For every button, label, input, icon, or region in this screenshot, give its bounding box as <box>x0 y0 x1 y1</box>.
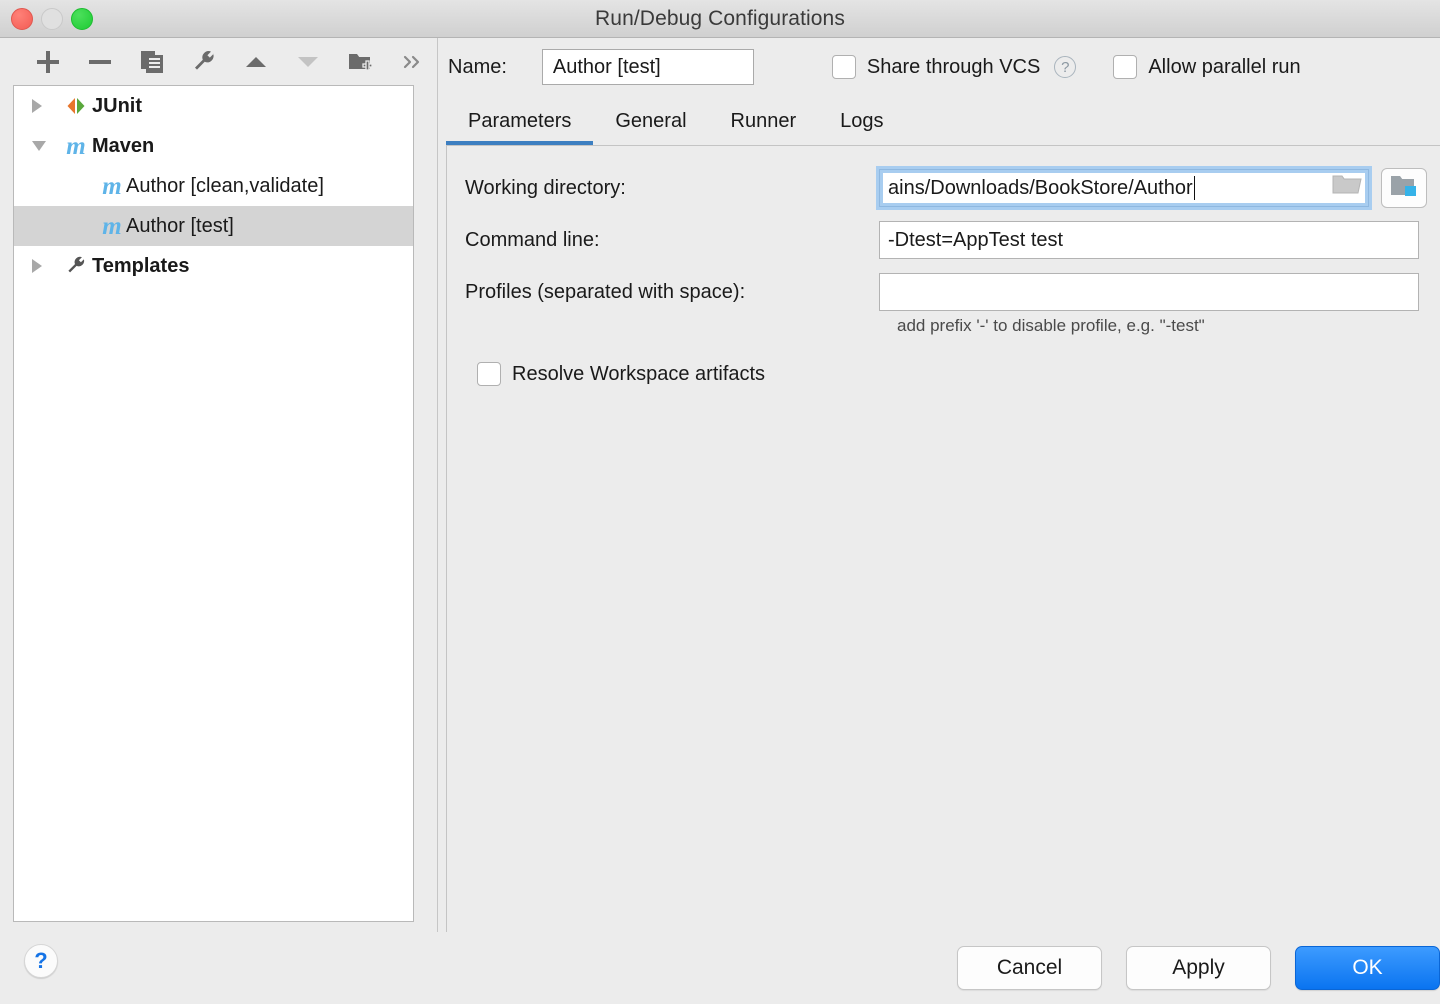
profiles-input[interactable] <box>879 273 1419 311</box>
tree-item-label: Templates <box>92 255 189 278</box>
allow-parallel-run-row[interactable]: Allow parallel run <box>1113 55 1300 79</box>
tab-label: Logs <box>840 110 883 133</box>
maven-icon: m <box>60 134 92 159</box>
editor-tabs: Parameters General Runner Logs <box>438 96 1440 145</box>
allow-parallel-run-checkbox[interactable] <box>1113 55 1137 79</box>
share-through-vcs-row[interactable]: Share through VCS ? <box>832 55 1076 79</box>
run-debug-configurations-dialog: Run/Debug Configurations <box>0 0 1440 1004</box>
command-line-input[interactable]: -Dtest=AppTest test <box>879 221 1419 259</box>
working-directory-label: Working directory: <box>447 177 879 200</box>
remove-configuration-button[interactable] <box>74 42 126 82</box>
tree-item-junit[interactable]: JUnit <box>14 86 413 126</box>
tab-general[interactable]: General <box>593 98 708 145</box>
ok-button[interactable]: OK <box>1295 946 1440 990</box>
module-folder-icon <box>1390 174 1418 203</box>
tree-item-label: Author [clean,validate] <box>126 175 324 198</box>
tree-item-author-clean-validate[interactable]: m Author [clean,validate] <box>14 166 413 206</box>
command-line-label: Command line: <box>447 229 879 252</box>
dialog-footer: ? Cancel Apply OK <box>0 932 1440 1004</box>
parameters-form: Working directory: ains/Downloads/BookSt… <box>447 146 1440 386</box>
profiles-label: Profiles (separated with space): <box>447 281 879 304</box>
window-title: Run/Debug Configurations <box>595 7 845 31</box>
name-input[interactable] <box>542 49 754 85</box>
expand-arrow-collapsed-icon[interactable] <box>32 99 60 113</box>
expand-arrow-collapsed-icon[interactable] <box>32 259 60 273</box>
expand-arrow-expanded-icon[interactable] <box>32 141 60 151</box>
tab-logs[interactable]: Logs <box>818 98 905 145</box>
tab-runner[interactable]: Runner <box>709 98 819 145</box>
tree-item-label: JUnit <box>92 95 142 118</box>
maven-icon: m <box>96 214 128 239</box>
resolve-workspace-artifacts-label: Resolve Workspace artifacts <box>512 363 765 386</box>
command-line-value: -Dtest=AppTest test <box>888 229 1063 252</box>
arrow-up-icon <box>243 49 269 75</box>
window-controls <box>11 0 93 37</box>
tab-label: General <box>615 110 686 133</box>
arrow-down-icon <box>295 49 321 75</box>
configurations-tree[interactable]: JUnit m Maven m Author [clean,validate] … <box>13 85 414 922</box>
copy-icon <box>139 49 165 75</box>
resolve-workspace-artifacts-checkbox[interactable] <box>477 362 501 386</box>
configuration-editor-panel: Name: Share through VCS ? Allow parallel… <box>438 38 1440 932</box>
maven-icon: m <box>96 174 128 199</box>
tree-item-label: Author [test] <box>126 215 234 238</box>
wrench-icon <box>191 49 217 75</box>
zoom-window-button[interactable] <box>71 8 93 30</box>
text-caret <box>1194 176 1195 200</box>
share-through-vcs-label: Share through VCS <box>867 56 1040 79</box>
wrench-icon <box>60 255 92 277</box>
tree-item-label: Maven <box>92 135 154 158</box>
apply-button[interactable]: Apply <box>1126 946 1271 990</box>
minus-icon <box>87 49 113 75</box>
plus-icon <box>35 49 61 75</box>
close-window-button[interactable] <box>11 8 33 30</box>
share-vcs-help-icon[interactable]: ? <box>1054 56 1076 78</box>
tree-item-author-test[interactable]: m Author [test] <box>14 206 413 246</box>
tree-toolbar <box>0 38 438 85</box>
working-directory-input[interactable]: ains/Downloads/BookStore/Author <box>879 169 1369 207</box>
more-actions-button[interactable] <box>386 42 438 82</box>
folder-add-icon <box>347 49 373 75</box>
folder-icon[interactable] <box>1332 173 1362 203</box>
new-folder-button[interactable] <box>334 42 386 82</box>
configurations-panel: JUnit m Maven m Author [clean,validate] … <box>0 38 438 932</box>
move-up-button[interactable] <box>230 42 282 82</box>
dialog-body: JUnit m Maven m Author [clean,validate] … <box>0 38 1440 932</box>
minimize-window-button[interactable] <box>41 8 63 30</box>
browse-module-directory-button[interactable] <box>1381 168 1427 208</box>
copy-configuration-button[interactable] <box>126 42 178 82</box>
edit-templates-button[interactable] <box>178 42 230 82</box>
tab-parameters[interactable]: Parameters <box>446 98 593 145</box>
junit-icon <box>60 95 92 117</box>
footer-buttons: Cancel Apply OK <box>957 946 1440 990</box>
name-row: Name: Share through VCS ? Allow parallel… <box>438 38 1440 96</box>
allow-parallel-run-label: Allow parallel run <box>1148 56 1300 79</box>
working-directory-value: ains/Downloads/BookStore/Author <box>888 177 1193 200</box>
move-down-button[interactable] <box>282 42 334 82</box>
profiles-row: Profiles (separated with space): <box>447 266 1440 318</box>
tab-label: Parameters <box>468 110 571 133</box>
name-label: Name: <box>448 56 507 79</box>
tree-item-templates[interactable]: Templates <box>14 246 413 286</box>
add-configuration-button[interactable] <box>22 42 74 82</box>
command-line-row: Command line: -Dtest=AppTest test <box>447 214 1440 266</box>
parameters-tab-content: Working directory: ains/Downloads/BookSt… <box>446 145 1440 932</box>
tree-item-maven[interactable]: m Maven <box>14 126 413 166</box>
share-through-vcs-checkbox[interactable] <box>832 55 856 79</box>
help-button[interactable]: ? <box>24 944 58 978</box>
resolve-workspace-artifacts-row[interactable]: Resolve Workspace artifacts <box>447 362 1440 386</box>
tab-label: Runner <box>731 110 797 133</box>
cancel-button[interactable]: Cancel <box>957 946 1102 990</box>
profiles-hint: add prefix '-' to disable profile, e.g. … <box>447 316 1440 336</box>
chevron-double-right-icon <box>400 50 424 74</box>
title-bar: Run/Debug Configurations <box>0 0 1440 38</box>
working-directory-row: Working directory: ains/Downloads/BookSt… <box>447 162 1440 214</box>
